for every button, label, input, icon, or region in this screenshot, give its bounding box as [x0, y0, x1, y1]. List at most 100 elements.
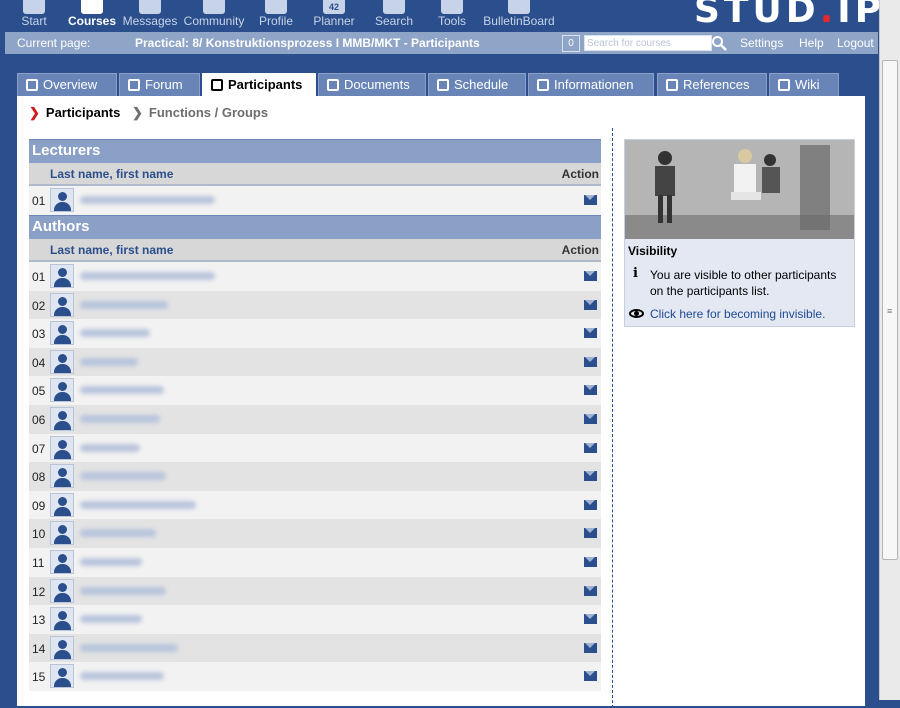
- avatar[interactable]: [50, 578, 74, 603]
- nav-profile[interactable]: Profile: [255, 0, 297, 32]
- participant-name[interactable]: [80, 443, 140, 452]
- tab-documents[interactable]: Documents: [318, 73, 426, 96]
- envelope-icon[interactable]: [584, 356, 597, 367]
- breadcrumb-bar: Current page: Practical: 8/ Konstruktion…: [5, 32, 878, 54]
- participant-name[interactable]: [80, 415, 160, 423]
- tab-informationen-label: Informationen: [554, 77, 634, 92]
- avatar[interactable]: [50, 521, 74, 546]
- envelope-icon[interactable]: [584, 471, 597, 482]
- tab-references[interactable]: References: [657, 73, 767, 96]
- nav-bulletinboard[interactable]: BulletinBoard: [482, 0, 556, 32]
- settings-link[interactable]: Settings: [740, 36, 783, 50]
- user-icon: [58, 439, 67, 449]
- avatar[interactable]: [50, 188, 74, 212]
- nav-courses[interactable]: Courses: [66, 0, 118, 32]
- envelope-icon[interactable]: [584, 642, 597, 653]
- participant-name[interactable]: [80, 386, 164, 395]
- courses-icon: [81, 0, 103, 14]
- search-icon[interactable]: [711, 35, 727, 51]
- students-photo-image: [625, 140, 854, 239]
- participant-name[interactable]: [80, 672, 164, 681]
- participant-name[interactable]: [80, 272, 215, 280]
- envelope-icon[interactable]: [584, 442, 597, 453]
- envelope-icon[interactable]: [584, 328, 597, 339]
- nav-community[interactable]: Community: [183, 0, 245, 32]
- tab-overview[interactable]: Overview: [17, 73, 117, 96]
- envelope-icon[interactable]: [584, 528, 597, 539]
- nav-messages[interactable]: Messages: [120, 0, 180, 32]
- references-icon: [666, 79, 678, 91]
- envelope-icon[interactable]: [584, 614, 597, 625]
- participant-name[interactable]: [80, 196, 215, 204]
- user-icon: [58, 668, 67, 678]
- envelope-icon[interactable]: [584, 271, 597, 281]
- avatar[interactable]: [50, 550, 74, 574]
- subnav-participants[interactable]: ❯ Participants: [29, 105, 120, 121]
- user-icon-body: [54, 564, 71, 573]
- home-icon: [23, 0, 45, 14]
- count-badge: 0: [562, 35, 580, 52]
- participant-name[interactable]: [80, 558, 142, 566]
- window-scrollbar[interactable]: ≡: [879, 0, 900, 700]
- column-name-header[interactable]: Last name, first name: [50, 243, 173, 257]
- row-number: 09: [32, 498, 46, 513]
- scrollbar-thumb[interactable]: ≡: [882, 60, 898, 560]
- envelope-icon[interactable]: [584, 585, 597, 596]
- tab-forum[interactable]: Forum: [119, 73, 200, 96]
- avatar[interactable]: [50, 292, 74, 317]
- participant-name[interactable]: [80, 500, 196, 509]
- tab-participants-label: Participants: [228, 77, 303, 92]
- participant-name[interactable]: [80, 529, 156, 538]
- avatar[interactable]: [50, 407, 74, 431]
- tab-schedule[interactable]: Schedule: [428, 73, 526, 96]
- envelope-icon[interactable]: [584, 299, 597, 310]
- become-invisible-link[interactable]: Click here for becoming invisible.: [650, 307, 825, 321]
- avatar[interactable]: [50, 635, 74, 660]
- tools-icon: [441, 0, 463, 14]
- avatar[interactable]: [50, 607, 74, 632]
- participant-name[interactable]: [80, 472, 166, 481]
- column-name-header[interactable]: Last name, first name: [50, 167, 173, 181]
- tab-references-label: References: [683, 77, 750, 92]
- search-icon: [383, 0, 405, 14]
- nav-start[interactable]: Start: [14, 0, 54, 32]
- envelope-icon[interactable]: [584, 414, 597, 424]
- logout-link[interactable]: Logout: [837, 36, 874, 50]
- participants-icon: [211, 79, 223, 91]
- avatar[interactable]: [50, 378, 74, 403]
- envelope-icon[interactable]: [584, 385, 597, 396]
- participant-name[interactable]: [80, 300, 168, 309]
- envelope-icon[interactable]: [584, 671, 597, 682]
- avatar[interactable]: [50, 264, 74, 288]
- tab-wiki[interactable]: Wiki: [769, 73, 839, 96]
- help-link[interactable]: Help: [799, 36, 824, 50]
- tab-informationen[interactable]: Informationen: [528, 73, 654, 96]
- nav-planner[interactable]: 42 Planner: [311, 0, 357, 32]
- tab-participants[interactable]: Participants: [202, 73, 316, 97]
- table-row: 10: [29, 519, 601, 549]
- wiki-icon: [778, 79, 790, 91]
- nav-search[interactable]: Search: [372, 0, 416, 32]
- envelope-icon[interactable]: [584, 557, 597, 567]
- avatar[interactable]: [50, 492, 74, 517]
- students-photo: [625, 140, 854, 239]
- user-icon-body: [54, 649, 71, 659]
- participant-name[interactable]: [80, 357, 138, 366]
- participant-name[interactable]: [80, 329, 150, 338]
- nav-tools[interactable]: Tools: [433, 0, 471, 32]
- envelope-icon[interactable]: [584, 195, 597, 205]
- avatar[interactable]: [50, 321, 74, 346]
- envelope-icon[interactable]: [584, 499, 597, 510]
- subnav-functions-groups[interactable]: ❯ Functions / Groups: [132, 105, 268, 121]
- avatar[interactable]: [50, 464, 74, 489]
- info-icon: i: [633, 266, 638, 281]
- avatar[interactable]: [50, 435, 74, 460]
- avatar[interactable]: [50, 664, 74, 689]
- participant-name[interactable]: [80, 615, 142, 624]
- avatar[interactable]: [50, 349, 74, 374]
- studip-logo[interactable]: STUD.IP: [694, 0, 885, 31]
- participant-name[interactable]: [80, 586, 166, 595]
- course-search-input[interactable]: [584, 35, 712, 51]
- participant-name[interactable]: [80, 643, 178, 652]
- documents-icon: [327, 79, 339, 91]
